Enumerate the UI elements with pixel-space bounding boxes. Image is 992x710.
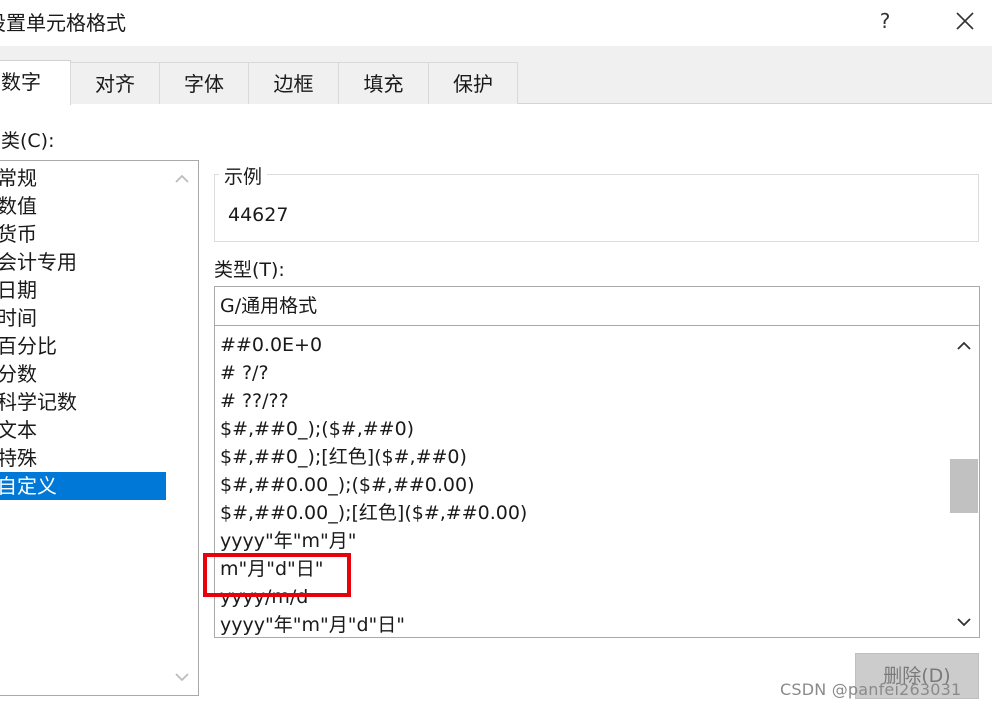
format-item[interactable]: yyyy"年"m"月" (220, 527, 356, 555)
category-list[interactable]: 常规 数值 货币 会计专用 日期 时间 百分比 分数 科学记数 文本 特殊 自定… (0, 160, 199, 696)
tab-protection[interactable]: 保护 (428, 62, 518, 104)
format-item[interactable]: $#,##0_);[红色]($#,##0) (220, 443, 467, 471)
format-item[interactable]: $#,##0.00_);[红色]($#,##0.00) (220, 499, 527, 527)
category-scrollbar[interactable] (166, 161, 198, 695)
tab-font[interactable]: 字体 (159, 62, 249, 104)
category-item-number[interactable]: 数值 (0, 192, 166, 220)
format-item[interactable]: yyyy"年"m"月"d"日" (220, 611, 405, 637)
format-item[interactable]: $#,##0.00_);($#,##0.00) (220, 471, 475, 499)
category-label: 分类(C): (0, 130, 55, 152)
category-item-special[interactable]: 特殊 (0, 444, 166, 472)
format-scroll-down-button[interactable] (948, 610, 979, 634)
tab-fill[interactable]: 填充 (338, 62, 429, 104)
help-button[interactable]: ? (868, 4, 902, 38)
watermark: CSDN @panfei263031 (780, 680, 962, 699)
type-input[interactable]: G/通用格式 (214, 286, 980, 326)
category-scroll-up-button[interactable] (166, 167, 198, 191)
format-item[interactable]: ##0.0E+0 (220, 331, 322, 359)
category-label-wrap: 分类(C): (0, 124, 120, 154)
tab-number-label: 数字 (1, 70, 41, 94)
type-label: 类型(T): (214, 259, 285, 281)
tab-alignment[interactable]: 对齐 (70, 62, 160, 104)
format-scroll-up-button[interactable] (948, 334, 979, 358)
format-scroll-thumb[interactable] (950, 459, 978, 513)
dialog-title: 设置单元格格式 (0, 11, 126, 35)
chevron-up-icon (957, 341, 971, 350)
category-item-time[interactable]: 时间 (0, 304, 166, 332)
category-item-accounting[interactable]: 会计专用 (0, 248, 166, 276)
highlight-annotation-box (203, 553, 351, 597)
category-scroll-down-button[interactable] (166, 665, 198, 689)
chevron-down-icon (175, 673, 189, 682)
sample-value: 44627 (228, 204, 289, 226)
chevron-down-icon (957, 618, 971, 627)
close-button[interactable] (946, 4, 984, 38)
dialog-titlebar: 设置单元格格式 ? (0, 0, 992, 46)
chevron-up-icon (175, 174, 189, 183)
tab-number[interactable]: 数字 (0, 60, 71, 105)
sample-legend: 示例 (219, 162, 268, 189)
format-item[interactable]: # ??/?? (220, 387, 289, 415)
category-item-date[interactable]: 日期 (0, 276, 166, 304)
format-item[interactable]: $#,##0_);($#,##0) (220, 415, 414, 443)
format-scrollbar[interactable] (948, 326, 979, 637)
category-item-fraction[interactable]: 分数 (0, 360, 166, 388)
sample-group (214, 174, 979, 242)
category-item-currency[interactable]: 货币 (0, 220, 166, 248)
category-item-general[interactable]: 常规 (0, 164, 166, 192)
format-item[interactable]: # ?/? (220, 359, 269, 387)
close-icon (956, 12, 974, 30)
tab-border[interactable]: 边框 (248, 62, 339, 104)
category-item-scientific[interactable]: 科学记数 (0, 388, 166, 416)
category-item-text[interactable]: 文本 (0, 416, 166, 444)
category-item-percentage[interactable]: 百分比 (0, 332, 166, 360)
category-item-custom[interactable]: 自定义 (0, 472, 166, 500)
